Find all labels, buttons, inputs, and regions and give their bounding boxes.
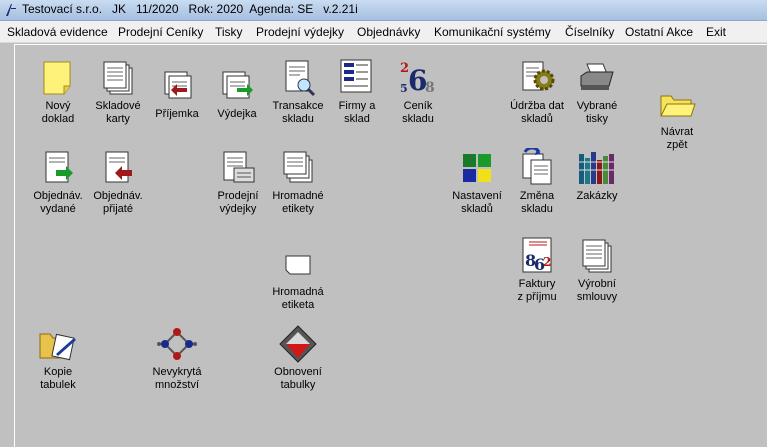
folder-icon <box>660 95 696 117</box>
document-swap-icon <box>522 148 552 185</box>
tile-vyrobni-smlouvy[interactable]: Výrobní smlouvy <box>562 236 632 304</box>
tile-label: Objednáv. přijaté <box>93 190 143 215</box>
menu-komunikacni-systemy[interactable]: Komunikační systémy <box>434 25 551 39</box>
tile-vydejka[interactable]: Výdejka <box>202 66 272 121</box>
tile-obnoveni-tabulky[interactable]: Obnovení tabulky <box>263 324 333 392</box>
tile-label: Výdejka <box>217 108 257 120</box>
tile-nevykryta-mnozstvi[interactable]: Nevykrytá množství <box>142 324 212 392</box>
tile-objednav-prijate[interactable]: Objednáv. přijaté <box>83 148 153 216</box>
svg-text:2: 2 <box>543 255 551 269</box>
tile-label: Návrat zpět <box>660 126 694 151</box>
tile-label: Nevykrytá množství <box>152 366 202 391</box>
gear-document-icon <box>522 61 555 91</box>
tile-cenik-skladu[interactable]: 2 6 5 8 Ceník skladu <box>383 58 453 126</box>
binders-icon <box>579 152 614 184</box>
svg-text:5: 5 <box>400 82 408 95</box>
sales-slip-icon <box>223 151 255 183</box>
menu-ostatni-akce[interactable]: Ostatní Akce <box>625 25 693 39</box>
tile-label: Kopie tabulek <box>40 366 76 391</box>
menu-bar: Skladová evidence Prodejní Ceníky Tisky … <box>0 21 767 43</box>
numbers-icon: 2 6 5 8 <box>400 61 435 97</box>
tile-label: Zakázky <box>576 190 618 202</box>
color-grid-icon <box>463 154 491 182</box>
sticky-note-icon <box>43 61 71 95</box>
contract-icon <box>582 239 612 273</box>
menu-prodejni-vydejky[interactable]: Prodejní výdejky <box>256 25 344 39</box>
svg-text:8: 8 <box>425 80 435 96</box>
menu-objednavky[interactable]: Objednávky <box>357 25 420 39</box>
tile-label: Výrobní smlouvy <box>576 278 618 303</box>
labels-stack-icon <box>283 151 313 183</box>
tile-navrat-zpet[interactable]: Návrat zpět <box>642 84 712 152</box>
order-outgoing-icon <box>45 151 73 183</box>
tile-label: Firmy a sklad <box>338 100 376 125</box>
document-outgoing-icon <box>222 71 253 99</box>
app-icon <box>6 4 16 16</box>
window-title-bar: Testovací s.r.o. JK 11/2020 Rok: 2020 Ag… <box>0 0 767 21</box>
network-icon <box>157 328 197 360</box>
label-icon <box>285 255 311 275</box>
menu-ciselniky[interactable]: Číselníky <box>565 25 614 39</box>
tile-vybrane-tisky[interactable]: Vybrané tisky <box>562 58 632 126</box>
search-document-icon <box>285 60 316 97</box>
menu-exit[interactable]: Exit <box>706 25 726 39</box>
order-incoming-icon <box>105 151 132 183</box>
document-stack-icon <box>103 61 133 95</box>
tile-label: Hromadné etikety <box>272 190 324 215</box>
restore-diamond-icon <box>279 325 317 363</box>
menu-skladova-evidence[interactable]: Skladová evidence <box>7 25 108 39</box>
company-list-icon <box>340 59 372 93</box>
tile-label: Obnovení tabulky <box>274 366 322 391</box>
document-incoming-icon <box>164 71 192 99</box>
tile-label: Hromadná etiketa <box>272 286 324 311</box>
tile-kopie-tabulek[interactable]: Kopie tabulek <box>23 324 93 392</box>
tile-zakazky[interactable]: Zakázky <box>562 148 632 203</box>
printer-icon <box>580 63 614 90</box>
menu-tisky[interactable]: Tisky <box>215 25 243 39</box>
invoice-icon: 8 6 2 <box>522 237 552 274</box>
tile-label: Ceník skladu <box>402 100 434 125</box>
tile-label: Vybrané tisky <box>576 100 618 125</box>
menu-prodejni-ceniky[interactable]: Prodejní Ceníky <box>118 25 203 39</box>
window-title: Testovací s.r.o. JK 11/2020 Rok: 2020 Ag… <box>22 2 358 16</box>
folder-edit-icon <box>39 333 76 361</box>
tile-hromadne-etikety[interactable]: Hromadné etikety <box>263 148 333 216</box>
tile-hromadna-etiketa[interactable]: Hromadná etiketa <box>263 244 333 312</box>
tile-firmy-sklad[interactable]: Firmy a sklad <box>322 58 392 126</box>
